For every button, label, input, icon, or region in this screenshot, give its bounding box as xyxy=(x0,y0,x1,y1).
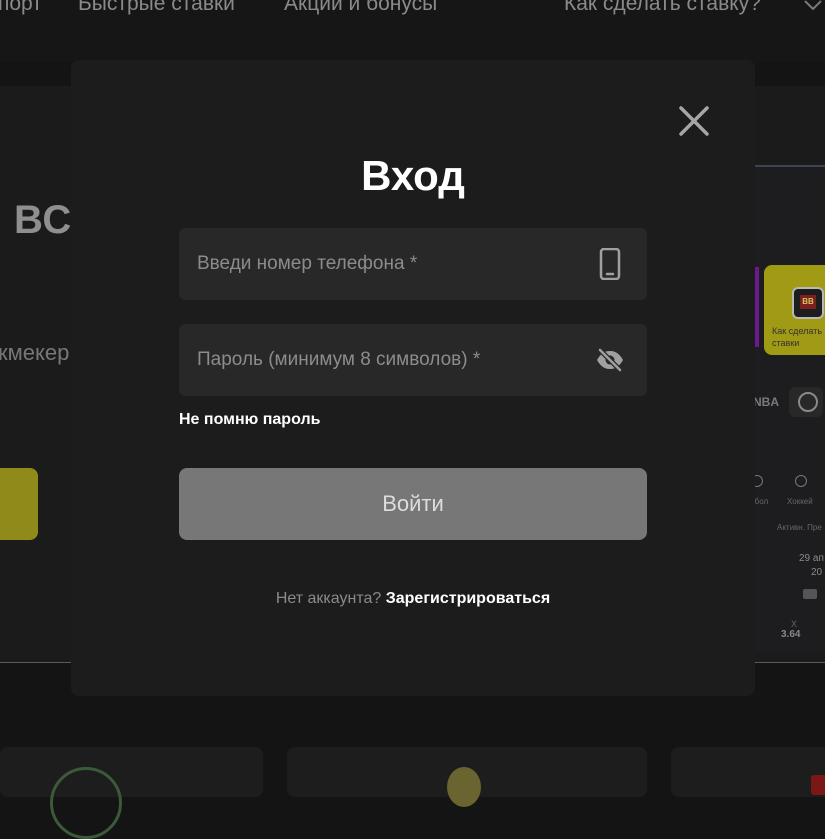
phone-input[interactable] xyxy=(179,228,647,300)
modal-title: Вход xyxy=(361,152,465,199)
nav-item-promotions[interactable]: Акции и бонусы xyxy=(284,0,437,16)
tournament-logo xyxy=(811,775,825,795)
no-account-text: Нет аккаунта? xyxy=(275,590,382,607)
promo-text: Как сделать ставки xyxy=(772,326,823,348)
hockey-icon xyxy=(795,475,807,487)
nav-item-how-to-bet[interactable]: Как сделать ставку? xyxy=(564,0,761,16)
promo-card-how-to-bet: BB Как сделать ставки xyxy=(764,265,825,355)
tournament-logo xyxy=(447,767,481,807)
sport-tab-football xyxy=(789,387,823,417)
phone-field[interactable] xyxy=(179,228,647,300)
sport-tab-nba: NBA xyxy=(755,395,779,409)
event-card[interactable] xyxy=(287,747,647,807)
top-navigation: порт Быстрые ставки Акции и бонусы Как с… xyxy=(0,0,825,62)
odd-value: 3.64 xyxy=(781,629,801,640)
event-card[interactable] xyxy=(671,747,825,797)
password-field[interactable] xyxy=(179,324,647,396)
match-date: 29 ап xyxy=(799,553,824,564)
nav-item-fast-bets[interactable]: Быстрые ставки xyxy=(78,0,235,16)
nav-item-sport[interactable]: порт xyxy=(0,0,42,16)
tournament-logo xyxy=(50,767,122,839)
match-tabs: Активн. Пре xyxy=(777,523,822,532)
login-button[interactable]: Войти xyxy=(179,468,647,540)
hero-subtitle: кмекер xyxy=(0,340,70,365)
promo-logo-text: BB xyxy=(800,295,816,309)
sport-label-hockey: Хоккей xyxy=(787,497,813,506)
odd-label: Х xyxy=(791,619,798,629)
chevron-down-icon[interactable] xyxy=(802,0,824,12)
phone-icon xyxy=(595,248,625,280)
register-link[interactable]: Зарегистрироваться xyxy=(386,590,550,607)
match-year: 20 xyxy=(811,567,823,578)
promo-card-purple xyxy=(755,267,759,347)
password-input[interactable] xyxy=(179,324,647,396)
eye-slash-icon[interactable] xyxy=(595,344,625,376)
video-icon xyxy=(803,589,817,599)
login-modal: Вход Не помню пароль Войти Нет аккаунта?… xyxy=(71,60,755,696)
close-button[interactable] xyxy=(676,103,712,139)
event-card[interactable] xyxy=(0,747,263,839)
hero-cta-button[interactable] xyxy=(0,468,38,540)
register-row: Нет аккаунта? Зарегистрироваться xyxy=(71,590,755,608)
sport-label-football: тбол xyxy=(755,497,769,506)
promo-logo: BB xyxy=(792,287,824,319)
close-icon[interactable] xyxy=(676,103,712,139)
app-preview-image: BB Как сделать ставки NBA тбол Хоккей Ак… xyxy=(755,165,825,652)
hero-title: ВС xyxy=(14,198,73,242)
football-icon xyxy=(798,392,818,412)
forgot-password-link[interactable]: Не помню пароль xyxy=(179,411,320,429)
sport-icon xyxy=(755,475,763,487)
